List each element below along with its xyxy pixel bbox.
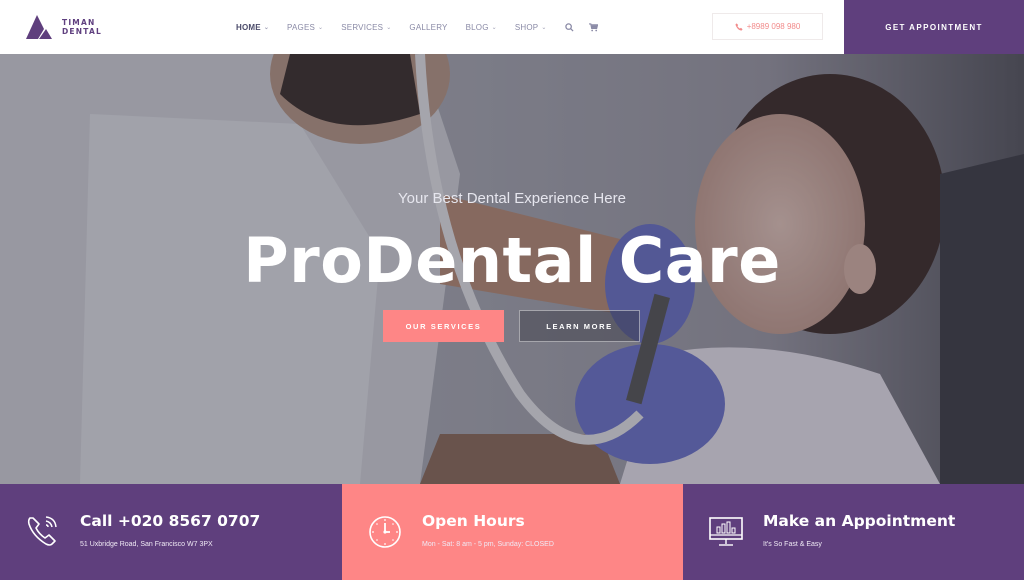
- cart-icon[interactable]: [589, 22, 599, 32]
- logo-line-2: DENTAL: [62, 27, 102, 36]
- chevron-down-icon: ⌄: [541, 24, 547, 31]
- info-card-appointment[interactable]: Make an Appointment It's So Fast & Easy: [683, 484, 1024, 580]
- hero-subtitle: Your Best Dental Experience Here: [398, 190, 626, 207]
- nav-item-services[interactable]: SERVICES ⌄: [341, 23, 391, 32]
- our-services-button[interactable]: OUR SERVICES: [383, 310, 504, 342]
- chevron-down-icon: ⌄: [491, 24, 497, 31]
- chevron-down-icon: ⌄: [318, 24, 324, 31]
- header-phone-link[interactable]: +8989 098 980: [712, 13, 823, 40]
- info-card-hours[interactable]: Open Hours Mon - Sat: 8 am - 5 pm, Sunda…: [342, 484, 683, 580]
- phone-call-icon: [27, 516, 57, 546]
- nav-label: SERVICES: [341, 22, 384, 32]
- main-nav: HOME ⌄ PAGES ⌄ SERVICES ⌄ GALLERY BLOG ⌄…: [236, 0, 613, 54]
- hero-title: ProDental Care: [243, 224, 781, 297]
- info-text: It's So Fast & Easy: [763, 541, 822, 548]
- monitor-chart-icon: [709, 517, 743, 546]
- nav-item-gallery[interactable]: GALLERY: [409, 23, 447, 32]
- learn-more-button[interactable]: LEARN MORE: [519, 310, 640, 342]
- search-icon[interactable]: [565, 22, 575, 32]
- nav-label: BLOG: [465, 22, 489, 32]
- logo[interactable]: TIMAN DENTAL: [26, 15, 102, 39]
- header-phone-number: +8989 098 980: [746, 22, 801, 31]
- info-title: Open Hours: [422, 512, 525, 530]
- chevron-down-icon: ⌄: [263, 24, 270, 31]
- site-header: TIMAN DENTAL HOME ⌄ PAGES ⌄ SERVICES ⌄ G…: [0, 0, 1024, 54]
- info-text: Mon - Sat: 8 am - 5 pm, Sunday: CLOSED: [422, 541, 554, 548]
- clock-icon: [369, 516, 401, 548]
- info-title: Call +020 8567 0707: [80, 512, 261, 530]
- logo-mark-icon: [26, 15, 52, 39]
- nav-label: GALLERY: [409, 22, 448, 32]
- phone-icon: [735, 22, 743, 31]
- logo-line-1: TIMAN: [62, 18, 96, 27]
- nav-label: PAGES: [287, 22, 316, 32]
- info-card-call[interactable]: Call +020 8567 0707 51 Uxbridge Road, Sa…: [0, 484, 342, 580]
- nav-label: SHOP: [514, 22, 539, 32]
- nav-label: HOME: [236, 22, 261, 32]
- nav-item-home[interactable]: HOME ⌄: [236, 23, 269, 32]
- info-title: Make an Appointment: [763, 512, 956, 530]
- logo-text: TIMAN DENTAL: [62, 18, 102, 36]
- nav-item-blog[interactable]: BLOG ⌄: [466, 23, 497, 32]
- nav-item-pages[interactable]: PAGES ⌄: [287, 23, 323, 32]
- hero-section: Your Best Dental Experience Here ProDent…: [0, 54, 1024, 484]
- chevron-down-icon: ⌄: [386, 24, 392, 31]
- nav-item-shop[interactable]: SHOP ⌄: [515, 23, 547, 32]
- get-appointment-button[interactable]: GET APPOINTMENT: [844, 0, 1024, 54]
- info-text: 51 Uxbridge Road, San Francisco W7 3PX: [80, 541, 213, 548]
